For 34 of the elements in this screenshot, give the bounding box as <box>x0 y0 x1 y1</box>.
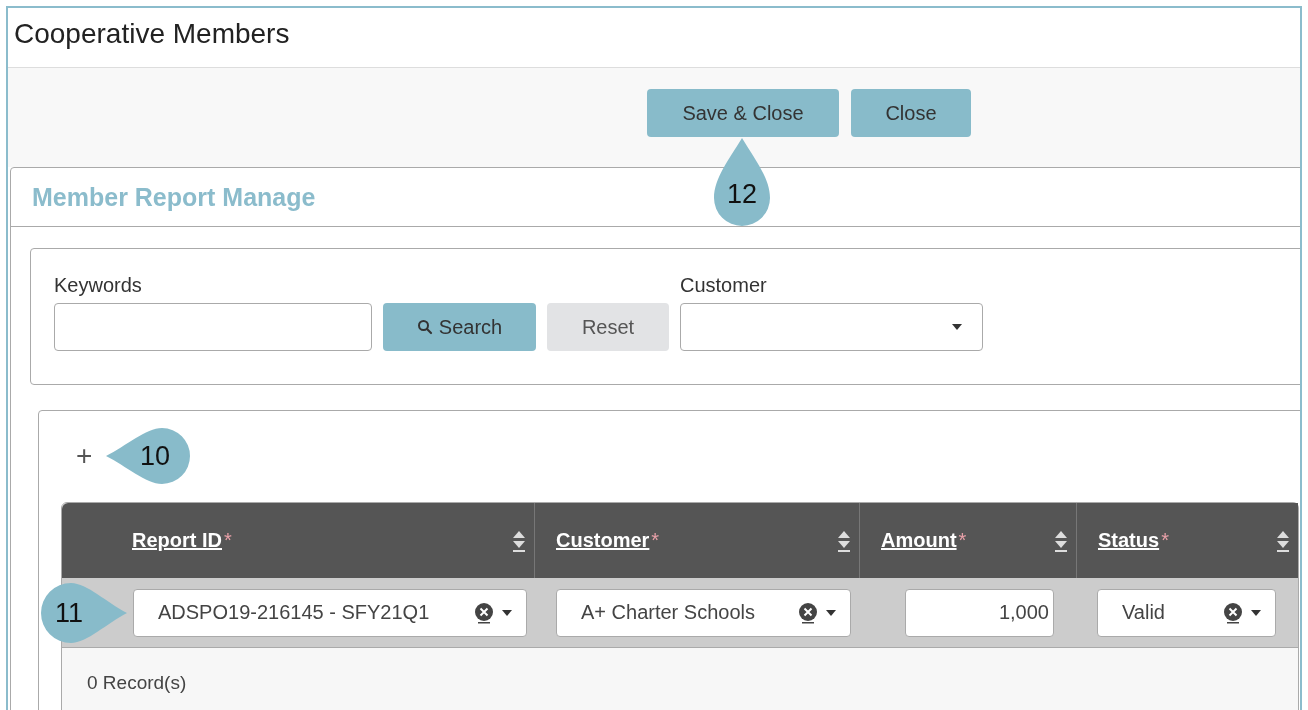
column-header[interactable]: Status* <box>1076 503 1298 578</box>
clear-icon <box>474 601 494 624</box>
record-count: 0 Record(s) <box>87 672 187 694</box>
reset-button[interactable]: Reset <box>547 303 669 351</box>
select-field[interactable]: A+ Charter Schools <box>556 588 851 637</box>
search-icon <box>416 319 433 335</box>
sort-icon <box>1054 529 1068 552</box>
column-header[interactable]: Report ID* <box>62 503 534 578</box>
column-header[interactable]: Customer* <box>534 503 859 578</box>
panel-title: Member Report Manage <box>32 182 316 212</box>
search-button[interactable]: Search <box>383 303 536 351</box>
add-button[interactable]: + <box>76 439 93 472</box>
clear-icon <box>1223 601 1243 624</box>
sort-icon <box>837 529 851 552</box>
keywords-field[interactable] <box>54 303 372 351</box>
clear-icon <box>798 601 818 624</box>
caret-icon <box>502 609 512 616</box>
select-field[interactable]: Valid <box>1097 588 1276 637</box>
amount-field[interactable]: 1,000 <box>905 588 1054 637</box>
sort-icon <box>512 529 526 552</box>
caret-icon <box>1251 609 1261 616</box>
sort-icon <box>1276 529 1290 552</box>
save-close-button[interactable]: Save & Close <box>647 89 839 137</box>
customer-dropdown[interactable] <box>680 303 983 351</box>
callout-badge: 10 <box>106 428 190 484</box>
column-header[interactable]: Amount* <box>859 503 1076 578</box>
callout-badge: 11 <box>41 583 127 643</box>
caret-icon <box>952 324 962 330</box>
field-label: Customer <box>680 274 768 297</box>
field-label: Keywords <box>54 274 143 297</box>
caret-icon <box>826 609 836 616</box>
select-field[interactable]: ADSPO19-216145 - SFY21Q1 <box>133 588 527 637</box>
callout-badge: 12 <box>714 138 770 226</box>
close-button[interactable]: Close <box>851 89 971 137</box>
